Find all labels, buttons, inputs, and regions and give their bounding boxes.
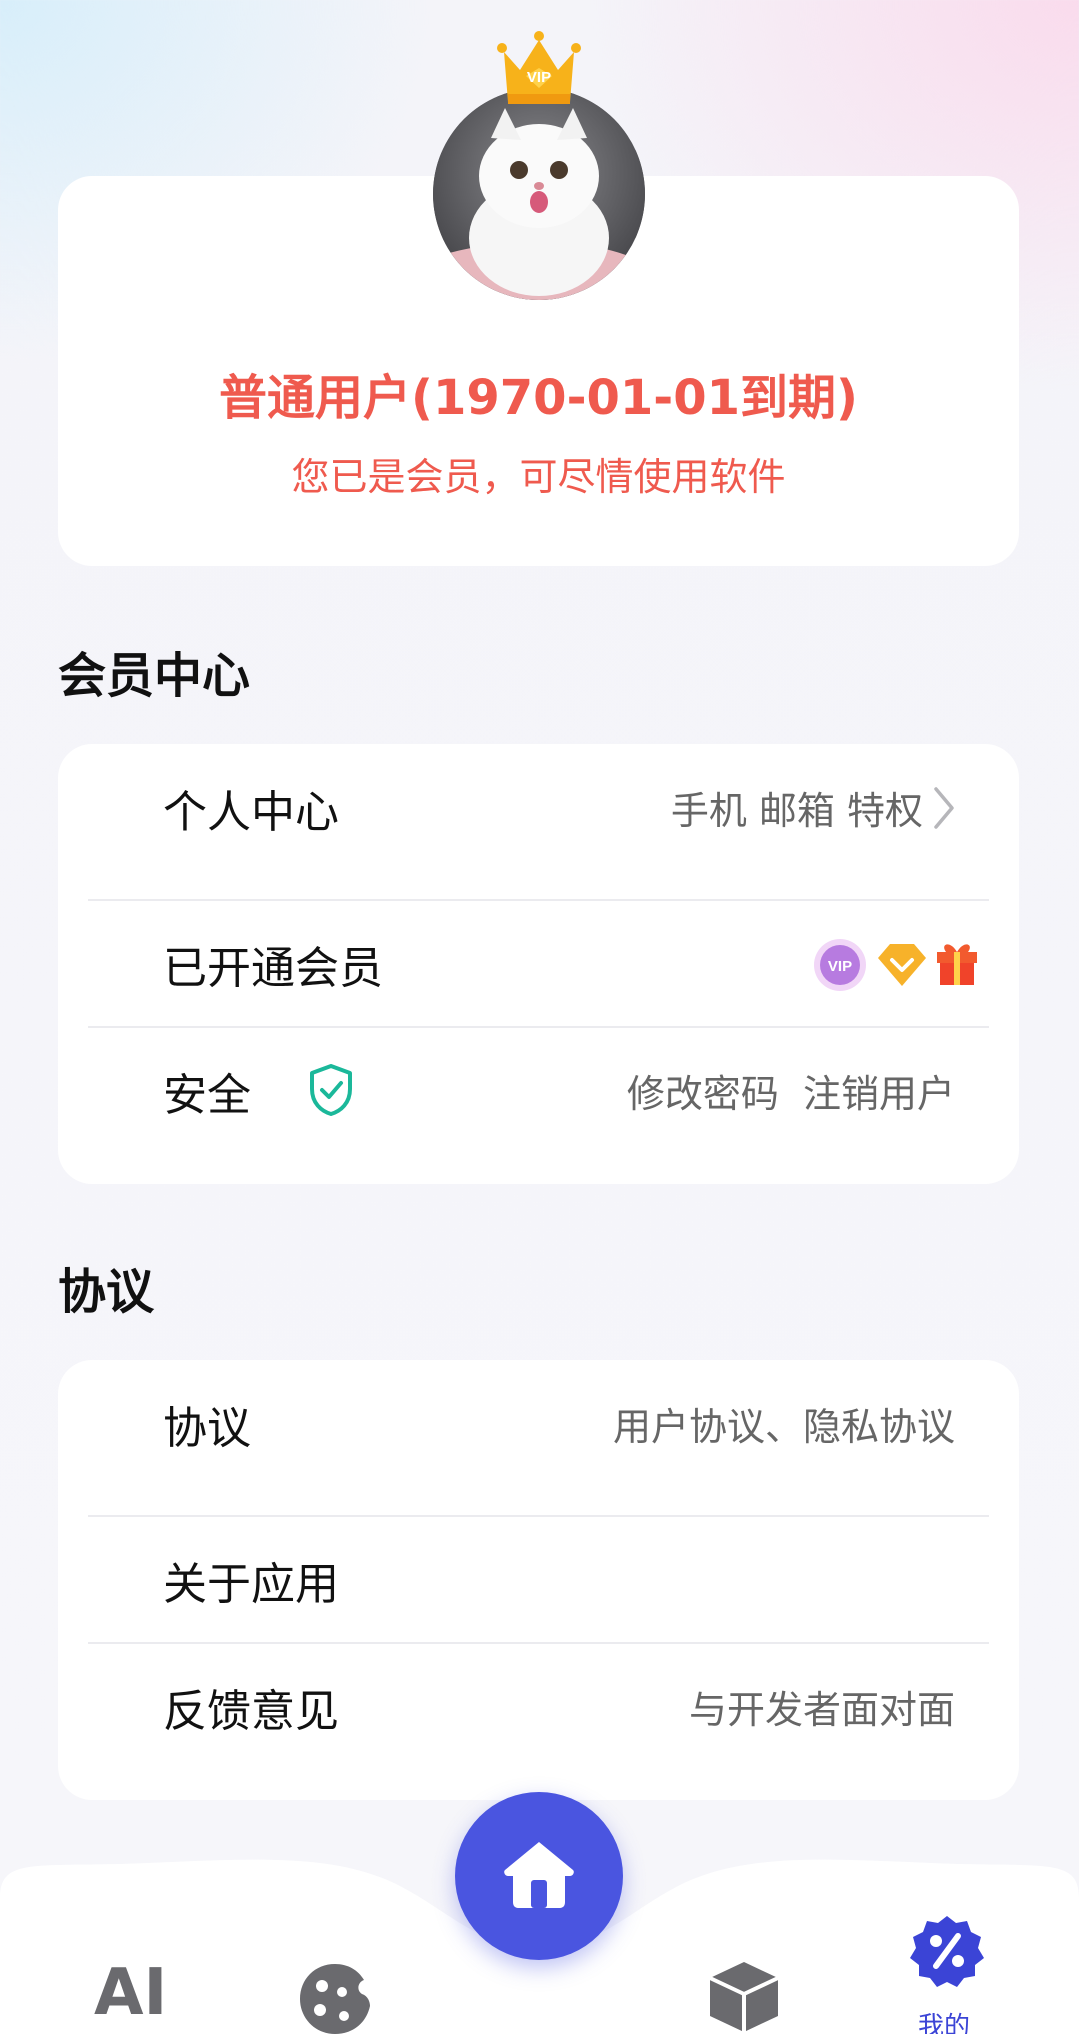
cookie-icon[interactable] bbox=[298, 1962, 372, 2034]
box-icon[interactable] bbox=[706, 1960, 782, 2034]
membership-tip: 您已是会员，可尽情使用软件 bbox=[291, 455, 786, 499]
crown-vip-text: VIP bbox=[527, 69, 551, 86]
section-title-agreement: 协议 bbox=[58, 1264, 155, 1320]
nav-home-button[interactable] bbox=[455, 1792, 623, 1960]
row-label: 反馈意见 bbox=[163, 1686, 339, 1737]
row-value: 手机 邮箱 特权 bbox=[670, 789, 923, 833]
vip-crown-icon: VIP bbox=[497, 31, 581, 104]
diamond-icon bbox=[878, 944, 926, 986]
discount-badge-icon[interactable] bbox=[910, 1914, 984, 1988]
row-label: 关于应用 bbox=[163, 1559, 339, 1610]
row-agreement[interactable]: 协议 用户协议、隐私协议 bbox=[88, 1360, 989, 1486]
row-label: 个人中心 bbox=[163, 787, 339, 838]
row-label: 安全 bbox=[163, 1070, 251, 1121]
member-center-card: 个人中心 手机 邮箱 特权 已开通会员 VIP 安全 修改密码 注销用户 bbox=[58, 744, 1019, 1184]
vip-badge-text: VIP bbox=[828, 958, 852, 975]
nav-ai-tab[interactable]: AI bbox=[94, 1956, 167, 2030]
cat-photo bbox=[433, 88, 645, 300]
row-about-app[interactable]: 关于应用 bbox=[88, 1516, 989, 1642]
row-label: 协议 bbox=[163, 1403, 251, 1454]
row-value[interactable]: 修改密码 注销用户 bbox=[627, 1063, 955, 1118]
agreement-card: 协议 用户协议、隐私协议 关于应用 反馈意见 与开发者面对面 bbox=[58, 1360, 1019, 1800]
row-feedback[interactable]: 反馈意见 与开发者面对面 bbox=[88, 1643, 989, 1769]
section-title-member-center: 会员中心 bbox=[58, 648, 251, 704]
home-icon bbox=[504, 1842, 574, 1908]
avatar[interactable] bbox=[433, 88, 645, 300]
row-personal-center[interactable]: 个人中心 手机 邮箱 特权 bbox=[88, 744, 989, 870]
row-value: 用户协议、隐私协议 bbox=[612, 1405, 955, 1449]
gift-icon bbox=[937, 944, 977, 985]
row-label: 已开通会员 bbox=[163, 943, 383, 994]
nav-mine-label[interactable]: 我的 bbox=[918, 2006, 970, 2034]
shield-check-icon bbox=[310, 1064, 352, 1116]
membership-status: 普通用户(1970-01-01到期) bbox=[219, 370, 858, 426]
vip-badge-icon: VIP bbox=[814, 939, 866, 991]
row-active-membership[interactable]: 已开通会员 VIP bbox=[88, 900, 989, 1026]
row-value: 与开发者面对面 bbox=[688, 1688, 955, 1732]
row-security[interactable]: 安全 修改密码 注销用户 bbox=[88, 1027, 989, 1153]
chevron-right-icon bbox=[934, 787, 954, 829]
